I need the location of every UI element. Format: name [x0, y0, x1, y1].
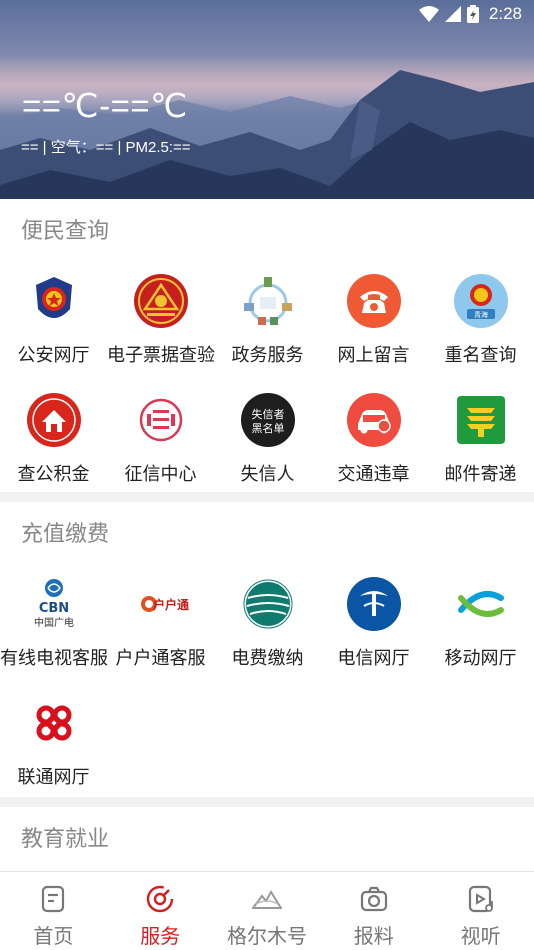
- service-unicom[interactable]: 联通网厅: [0, 695, 107, 789]
- duplicate-name-icon: 青海: [453, 274, 508, 328]
- service-post[interactable]: 邮件寄递: [427, 392, 534, 486]
- video-music-icon: [468, 885, 493, 913]
- svg-text:青海: 青海: [474, 310, 488, 319]
- status-bar: 2:28: [418, 4, 522, 24]
- traffic-violation-icon: [346, 393, 401, 447]
- cbn-logo-icon: CBN 中国广电: [34, 579, 74, 629]
- bottom-tab-bar: 首页 服务 格尔木号 报料 视听: [0, 871, 534, 950]
- status-time: 2:28: [488, 4, 522, 23]
- dishonest-list-icon: 失信者 黑名单: [240, 393, 295, 447]
- service-duplicate-name[interactable]: 青海 重名查询: [427, 273, 534, 367]
- service-credit-center[interactable]: 征信中心: [107, 392, 214, 486]
- china-unicom-icon: [36, 705, 71, 741]
- section-convenience-query: 便民查询 公安网厅 电子票据查验 政务服务 网上留言 青海 重名查询 查公积金 …: [0, 199, 534, 492]
- service-icon: [146, 885, 174, 913]
- battery-icon: [466, 5, 479, 23]
- housing-fund-icon: [26, 393, 81, 447]
- home-icon: [42, 885, 65, 913]
- service-police[interactable]: 公安网厅: [0, 273, 107, 367]
- tab-golmud[interactable]: 格尔木号: [214, 872, 321, 950]
- service-housing-fund[interactable]: 查公积金: [0, 392, 107, 486]
- weather-banner: 2:28 ==℃-==℃ == | 空气：== | PM2.5:==: [0, 0, 534, 199]
- svg-text:中国广电: 中国广电: [34, 616, 74, 629]
- service-electricity[interactable]: 电费缴纳: [214, 576, 321, 670]
- service-telecom[interactable]: 电信网厅: [320, 576, 427, 670]
- svg-text:户户通: 户户通: [152, 597, 188, 612]
- section-title: 教育就业: [21, 826, 110, 851]
- service-online-message[interactable]: 网上留言: [320, 273, 427, 367]
- svg-text:失信者: 失信者: [251, 408, 284, 421]
- service-dishonest-list[interactable]: 失信者 黑名单 失信人: [214, 392, 321, 486]
- camera-icon: [360, 886, 387, 912]
- service-receipt-check[interactable]: 电子票据查验: [107, 273, 215, 367]
- receipt-seal-icon: [133, 274, 188, 328]
- tab-report[interactable]: 报料: [320, 872, 427, 950]
- post-office-icon: [456, 396, 505, 444]
- svg-text:CBN: CBN: [38, 601, 68, 616]
- wifi-icon: [418, 6, 439, 22]
- service-huhutong[interactable]: 户户通 户户通客服: [107, 576, 214, 670]
- china-telecom-icon: [346, 577, 401, 631]
- government-service-icon: [243, 277, 292, 325]
- section-education-employment: 教育就业: [0, 807, 534, 871]
- china-mobile-icon: [457, 591, 504, 617]
- section-title: 便民查询: [21, 218, 110, 243]
- service-cable-tv[interactable]: CBN 中国广电 有线电视客服: [0, 576, 108, 670]
- mountain-icon: [251, 890, 282, 909]
- service-mobile[interactable]: 移动网厅: [427, 576, 534, 670]
- state-grid-icon: [243, 579, 292, 629]
- service-traffic-violation[interactable]: 交通违章: [320, 392, 427, 486]
- huhutong-logo-icon: 户户通: [140, 596, 189, 612]
- phone-icon: [346, 274, 401, 328]
- police-badge-icon: [27, 275, 80, 327]
- svg-text:黑名单: 黑名单: [251, 421, 284, 435]
- tab-service[interactable]: 服务: [107, 872, 214, 950]
- tab-audiovisual[interactable]: 视听: [427, 872, 534, 950]
- signal-icon: [444, 6, 461, 22]
- tab-home[interactable]: 首页: [0, 872, 107, 950]
- credit-center-icon: [139, 398, 182, 442]
- air-quality-info: == | 空气：== | PM2.5:==: [21, 139, 191, 156]
- service-government[interactable]: 政务服务: [214, 273, 321, 367]
- section-title: 充值缴费: [21, 521, 110, 546]
- temperature-range: ==℃-==℃: [22, 87, 188, 124]
- section-recharge-payment: 充值缴费 CBN 中国广电 有线电视客服 户户通 户户通客服 电费缴纳 电信网厅…: [0, 502, 534, 797]
